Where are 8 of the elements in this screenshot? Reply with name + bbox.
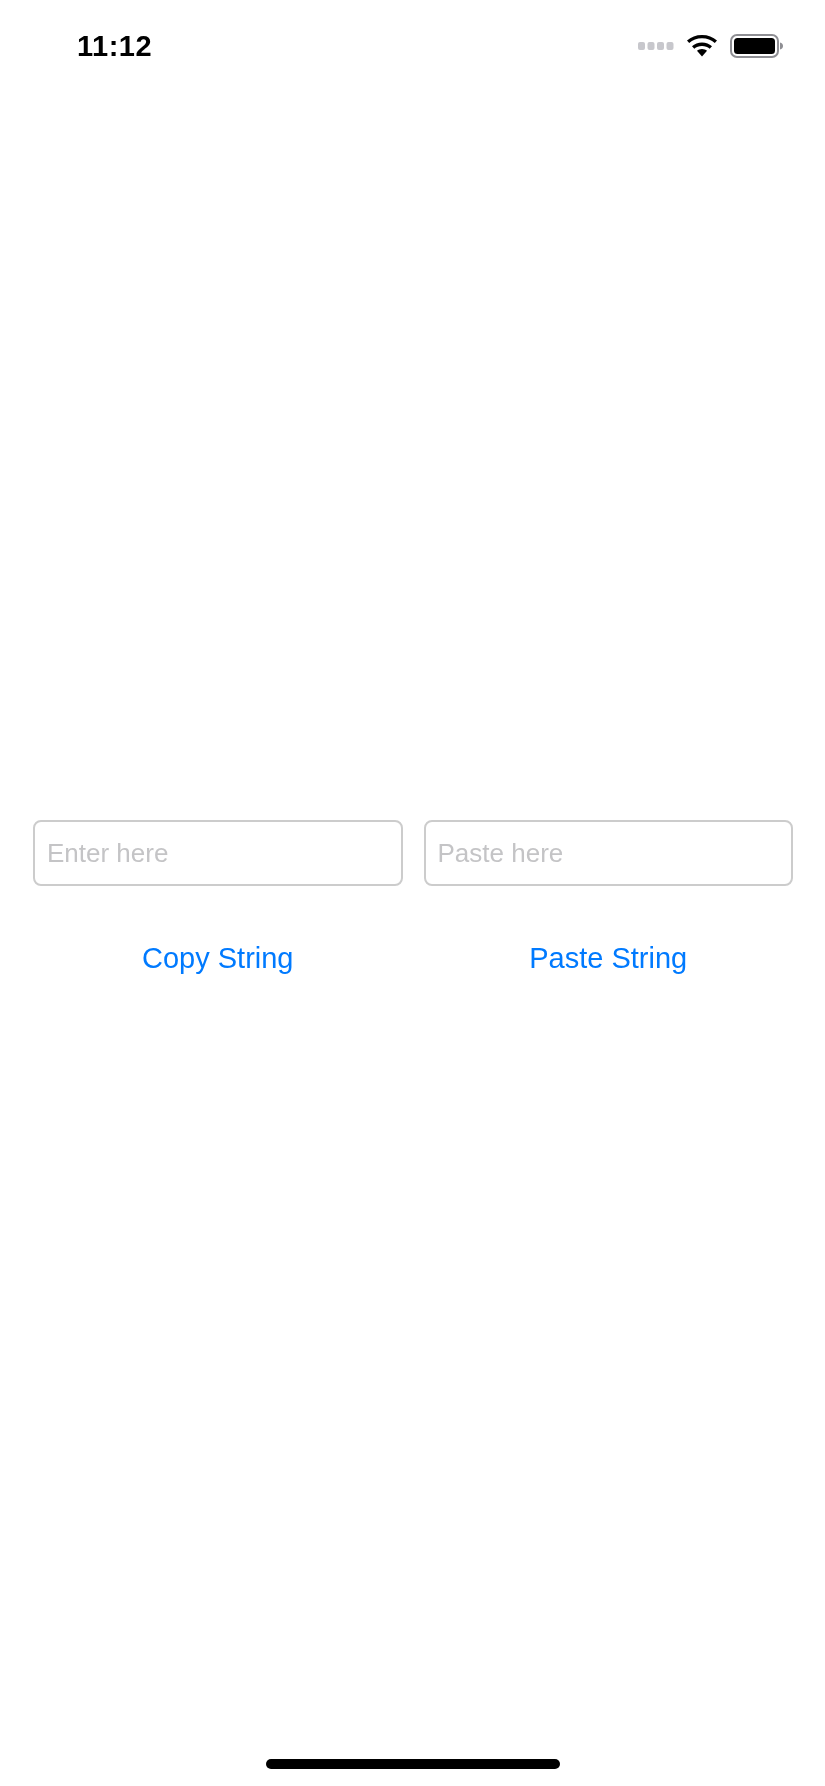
status-time: 11:12 (77, 31, 153, 61)
text-field[interactable]: Paste here (423, 820, 793, 886)
text-button[interactable]: Paste String (525, 934, 692, 983)
text-button[interactable]: Copy String (138, 934, 298, 983)
signal-icon (638, 42, 674, 50)
wifi-icon (686, 34, 718, 58)
battery-icon (730, 34, 783, 58)
text-field[interactable]: Enter here (33, 820, 403, 886)
